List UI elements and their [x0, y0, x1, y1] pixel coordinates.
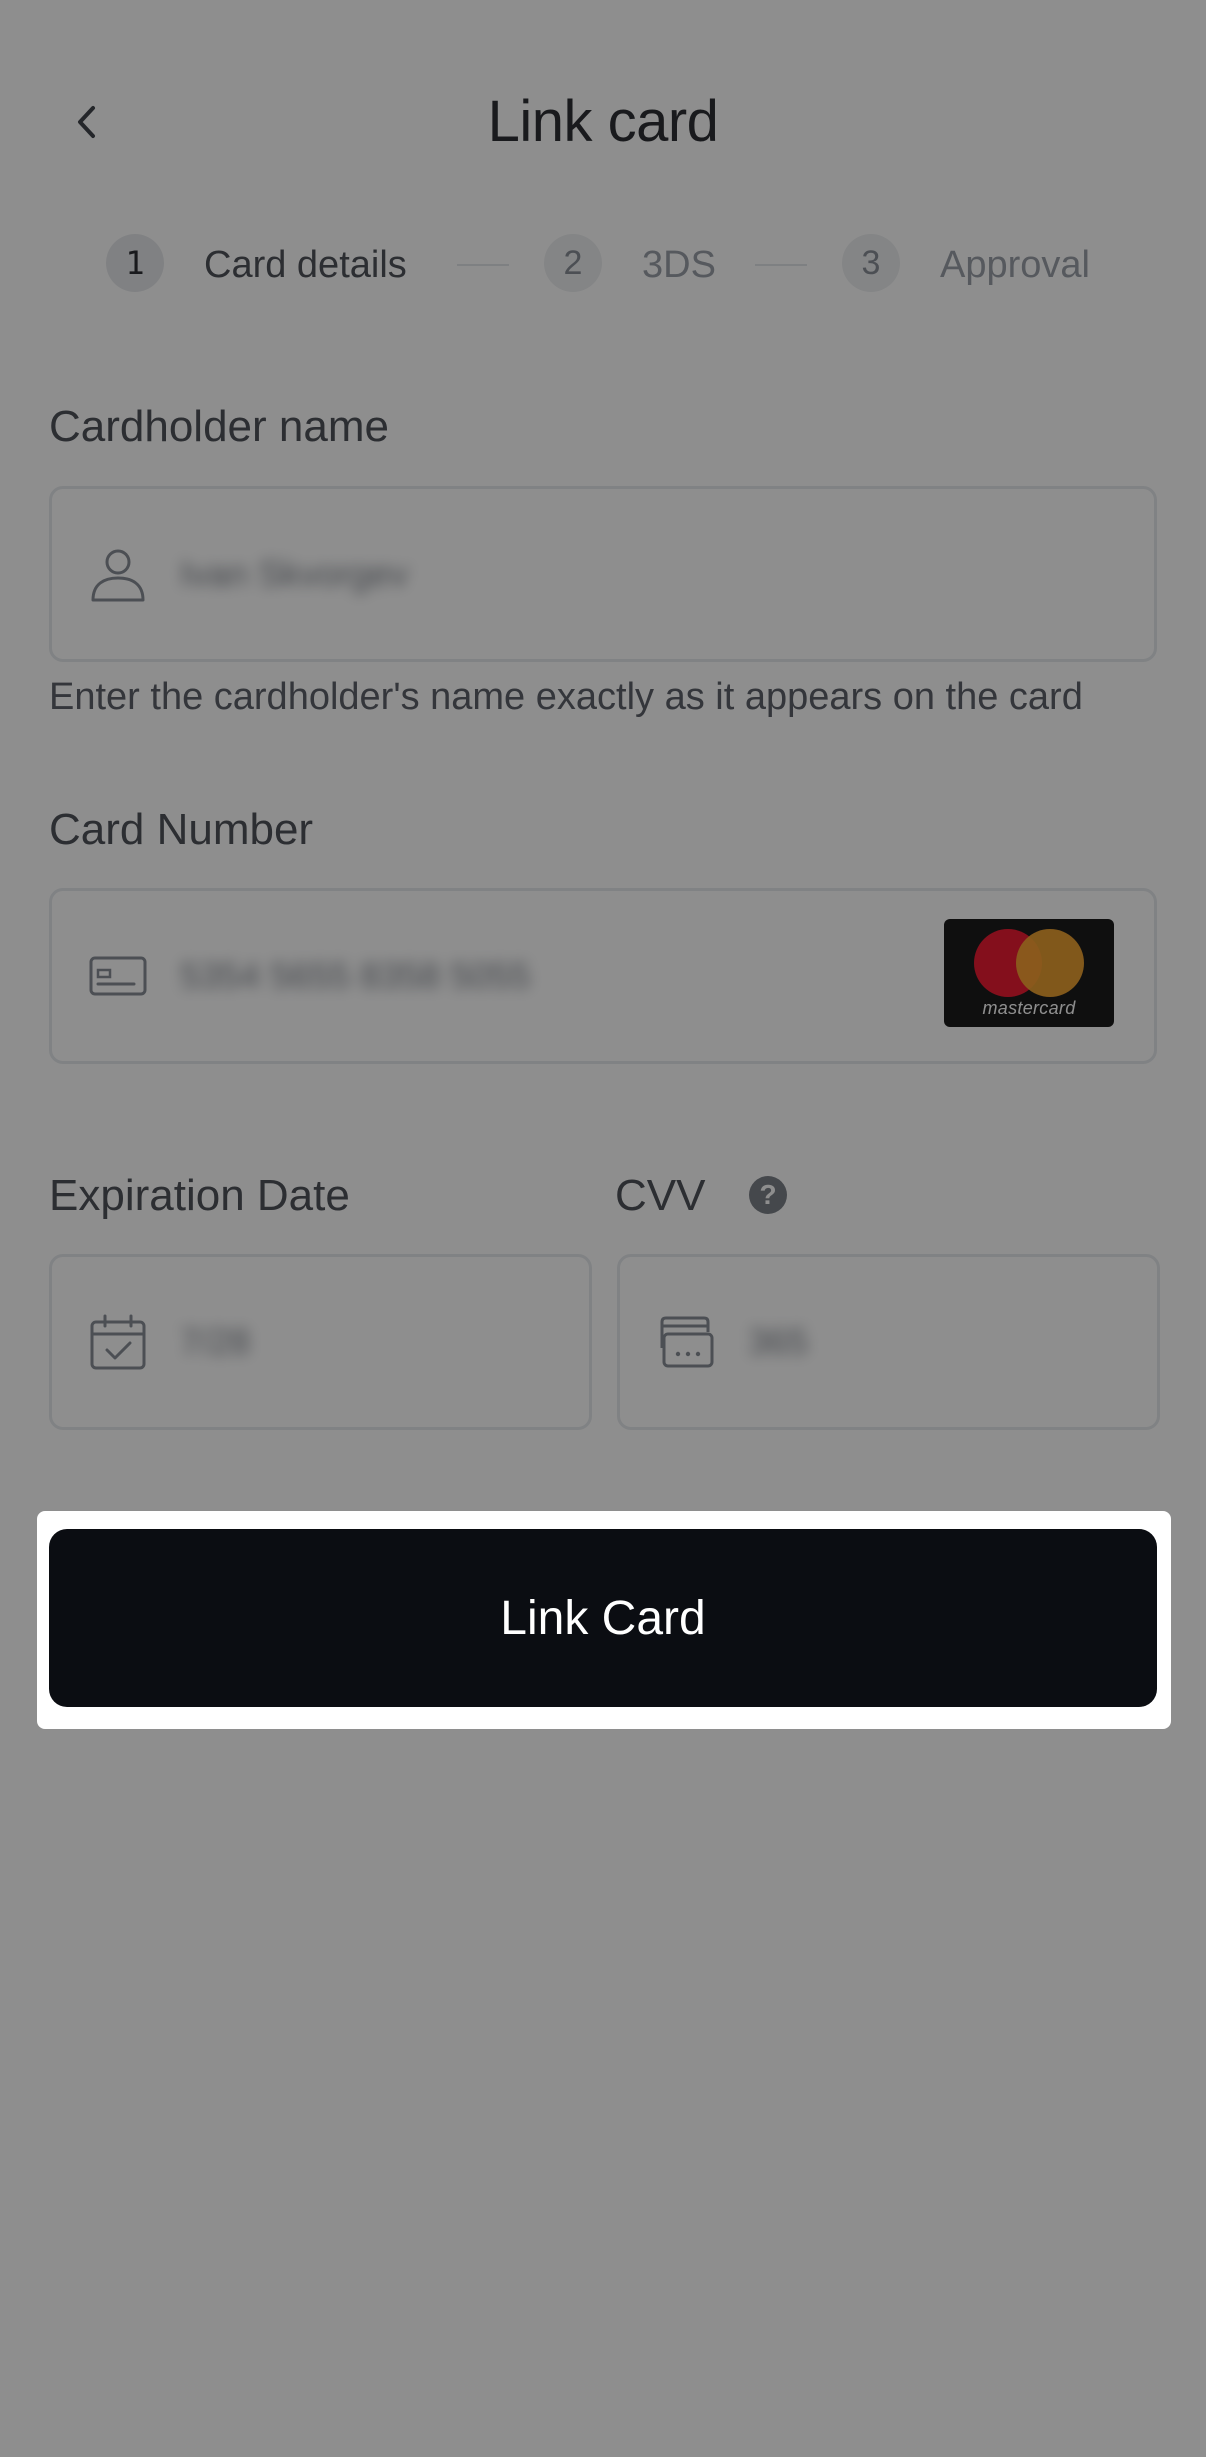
link-card-button[interactable]: Link Card: [49, 1529, 1157, 1707]
step-2-number: 2: [544, 234, 602, 292]
expiration-date-field[interactable]: 7/28: [49, 1254, 592, 1430]
step-1-number: 1: [106, 234, 164, 292]
user-icon: [91, 549, 145, 602]
card-number-label: Card Number: [49, 805, 314, 854]
stepper: 1 Card details 2 3DS 3 Approval: [0, 234, 1206, 298]
step-2-label: 3DS: [642, 244, 716, 286]
cardholder-name-label: Cardholder name: [49, 402, 389, 451]
mastercard-orange-circle: [1016, 929, 1084, 997]
link-card-screen: Link card 1 Card details 2 3DS 3 Approva…: [0, 0, 1206, 2457]
step-separator: [457, 264, 509, 266]
expiration-date-label: Expiration Date: [49, 1171, 350, 1220]
card-icon: [89, 956, 147, 996]
question-circle-icon[interactable]: ?: [749, 1176, 787, 1214]
card-number-value: 5354 5655 8358 5055: [180, 955, 531, 996]
mastercard-logo: mastercard: [944, 919, 1114, 1027]
cvv-value: 365: [748, 1321, 809, 1362]
step-separator: [755, 264, 807, 266]
cardholder-helper-text: Enter the cardholder's name exactly as i…: [49, 676, 1083, 718]
page-title: Link card: [487, 89, 719, 154]
card-cvv-icon: [660, 1316, 714, 1368]
calendar-check-icon: [90, 1314, 146, 1370]
step-3-label: Approval: [940, 244, 1090, 286]
step-1-label: Card details: [204, 244, 407, 286]
cvv-label: CVV: [615, 1171, 706, 1220]
mastercard-wordmark: mastercard: [982, 998, 1076, 1018]
cardholder-name-value: Ivan Skvorgev: [180, 553, 409, 594]
expiration-date-value: 7/28: [180, 1321, 251, 1362]
step-3-number: 3: [842, 234, 900, 292]
card-number-field[interactable]: 5354 5655 8358 5055 mastercard: [49, 888, 1157, 1064]
cardholder-name-field[interactable]: Ivan Skvorgev: [49, 486, 1157, 662]
cvv-field[interactable]: 365: [617, 1254, 1160, 1430]
